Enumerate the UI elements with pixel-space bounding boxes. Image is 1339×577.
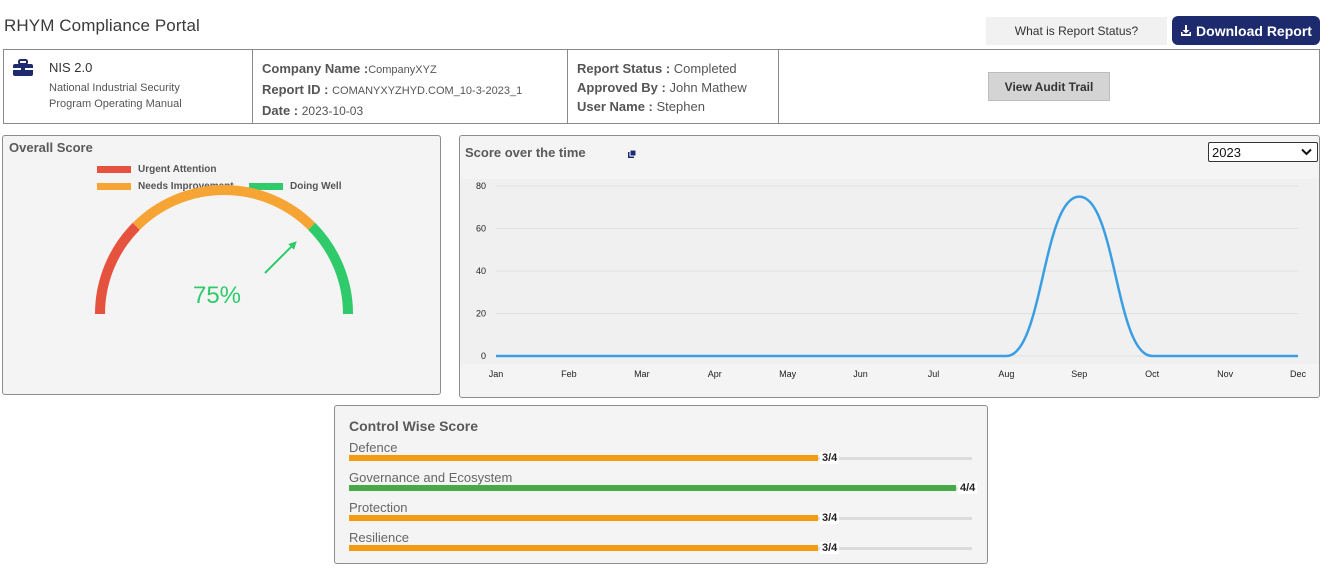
control-score-row: Protection 3/4 (349, 500, 979, 524)
control-score-bar (349, 545, 818, 551)
control-score-bar (349, 515, 818, 521)
x-tick-label: Oct (1145, 369, 1160, 379)
framework-description-line-2: Program Operating Manual (49, 98, 182, 110)
score-line-chart: 0 20 40 60 80 Jan Feb Mar Apr May Jun Jul Aug Sep Oct N… (460, 179, 1319, 379)
report-id-label: Report ID : (262, 82, 329, 97)
report-status-value: Completed (673, 61, 737, 76)
download-icon (1181, 24, 1192, 36)
report-status-help-button[interactable]: What is Report Status? (986, 17, 1167, 45)
y-tick-label: 40 (476, 266, 486, 276)
user-name-value: Stephen (656, 99, 705, 114)
overall-score-value: 75% (193, 282, 241, 309)
score-over-time-panel: Score over the time 2023 0 20 40 60 80 Jan Feb… (459, 135, 1320, 398)
control-score-bar (349, 485, 956, 491)
control-score-row: Governance and Ecosystem 4/4 (349, 470, 979, 494)
x-tick-label: Feb (561, 369, 577, 379)
approved-by-row: Approved By : John Mathew (577, 78, 778, 97)
framework-name: NIS 2.0 (49, 60, 93, 75)
download-report-label: Download Report (1196, 22, 1312, 39)
y-tick-label: 60 (476, 224, 486, 234)
gauge-segment-needs-improvement (132, 185, 316, 230)
x-tick-label: Jan (489, 369, 504, 379)
control-score-value: 3/4 (820, 542, 840, 554)
x-tick-label: Mar (634, 369, 650, 379)
y-tick-label: 20 (476, 309, 486, 319)
briefcase-icon (13, 59, 33, 76)
x-tick-label: Dec (1290, 369, 1307, 379)
approved-by-label: Approved By : (577, 80, 666, 95)
audit-cell: View Audit Trail (779, 50, 1319, 123)
company-cell: Company Name :CompanyXYZ Report ID : COM… (253, 50, 568, 123)
app-title: RHYM Compliance Portal (4, 16, 200, 35)
company-name-label: Company Name : (262, 61, 369, 76)
framework-description: National Industrial Security Program Ope… (49, 80, 182, 112)
date-label: Date : (262, 103, 299, 118)
x-tick-label: Jun (853, 369, 868, 379)
x-tick-label: Nov (1217, 369, 1234, 379)
control-score-value: 3/4 (820, 452, 840, 464)
framework-cell: NIS 2.0 National Industrial Security Pro… (4, 50, 253, 123)
report-status-row: Report Status : Completed (577, 59, 778, 78)
control-score-label: Resilience (349, 530, 409, 545)
y-tick-label: 0 (481, 351, 486, 361)
company-name-row: Company Name :CompanyXYZ (262, 59, 567, 80)
control-score-value: 4/4 (958, 482, 978, 494)
approved-by-value: John Mathew (669, 80, 747, 95)
user-name-label: User Name : (577, 99, 653, 114)
x-tick-label: Jul (928, 369, 940, 379)
date-value: 2023-10-03 (301, 104, 364, 118)
control-wise-score-panel: Control Wise Score Defence 3/4 Governance … (334, 405, 988, 564)
date-row: Date : 2023-10-03 (262, 101, 567, 121)
control-wise-score-title: Control Wise Score (349, 418, 479, 434)
report-cell: Report Status : Completed Approved By : … (568, 50, 779, 123)
control-score-label: Protection (349, 500, 408, 515)
framework-description-line-1: National Industrial Security (49, 82, 180, 94)
report-id-row: Report ID : COMANYXYZHYD.COM_10-3-2023_1 (262, 80, 567, 101)
user-name-row: User Name : Stephen (577, 97, 778, 116)
control-score-row: Resilience 3/4 (349, 530, 979, 554)
control-score-label: Governance and Ecosystem (349, 470, 513, 485)
x-tick-label: Sep (1071, 369, 1087, 379)
overall-score-panel: Overall Score Urgent Attention Needs Imp… (2, 135, 441, 395)
report-id-value: COMANYXYZHYD.COM_10-3-2023_1 (332, 85, 523, 97)
company-name-value: CompanyXYZ (368, 64, 437, 76)
view-audit-trail-button[interactable]: View Audit Trail (988, 72, 1110, 101)
gauge-segment-urgent (95, 222, 140, 315)
download-report-button[interactable]: Download Report (1172, 16, 1320, 45)
x-tick-label: Apr (708, 369, 722, 379)
control-score-bar (349, 455, 818, 461)
x-tick-label: Aug (998, 369, 1014, 379)
control-score-value: 3/4 (820, 512, 840, 524)
score-gauge: 75% (95, 185, 353, 315)
x-tick-label: May (779, 369, 797, 379)
report-info-bar: NIS 2.0 National Industrial Security Pro… (3, 49, 1320, 124)
control-score-row: Defence 3/4 (349, 440, 979, 464)
gauge-segment-doing-well (308, 222, 353, 315)
y-tick-label: 80 (476, 181, 486, 191)
control-score-label: Defence (349, 440, 398, 455)
gauge-arrow (264, 246, 292, 274)
report-status-label: Report Status : (577, 61, 671, 76)
